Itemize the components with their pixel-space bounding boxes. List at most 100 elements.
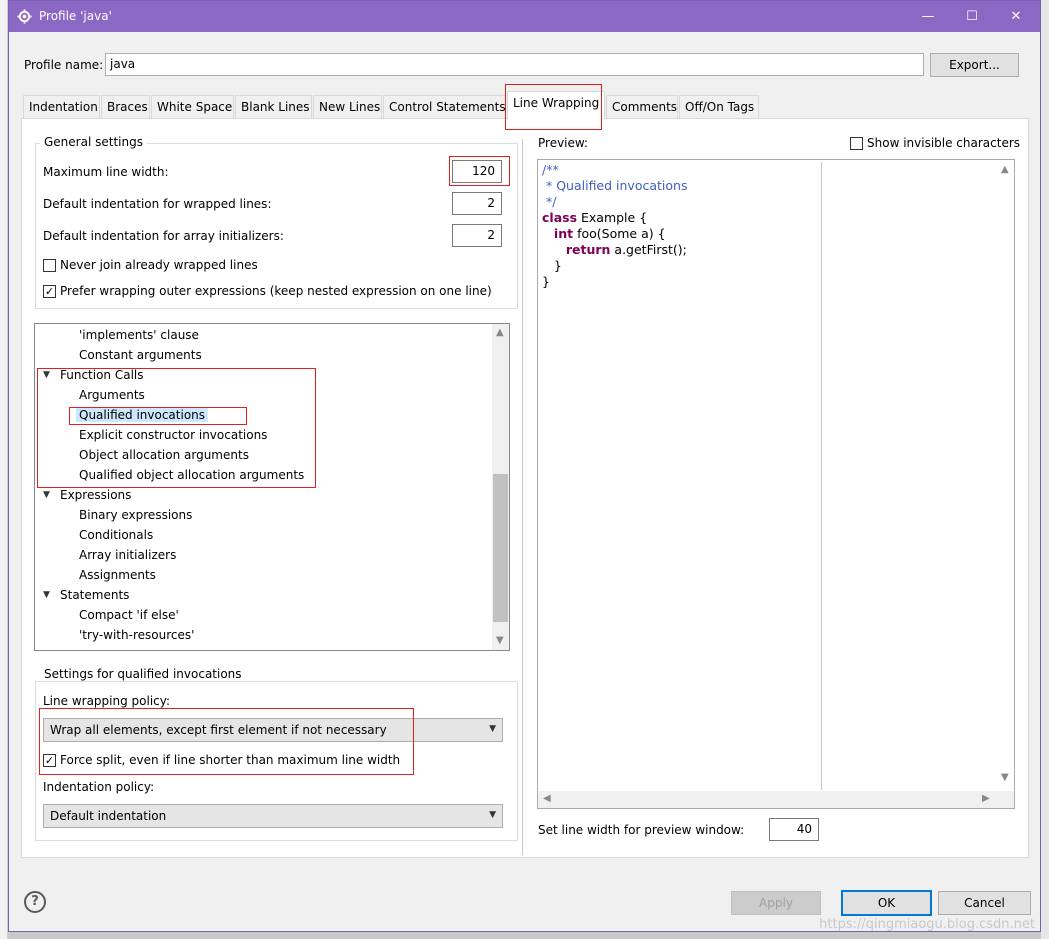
chevron-down-icon: ▼ [489, 810, 496, 820]
array-indent-label: Default indentation for array initialize… [43, 229, 284, 243]
tree-item[interactable]: Arguments [79, 385, 145, 405]
tab-braces[interactable]: Braces [101, 95, 150, 118]
tree-item[interactable]: Array initializers [79, 545, 176, 565]
maximize-button[interactable]: ☐ [950, 1, 994, 32]
wrapping-policy-dropdown[interactable]: Wrap all elements, except first element … [43, 718, 503, 742]
prefer-outer-checkbox[interactable]: ✓ [43, 285, 56, 298]
tree-item[interactable]: Qualified object allocation arguments [79, 465, 304, 485]
preview-line-width-label: Set line width for preview window: [538, 823, 745, 837]
wrapping-policy-value: Wrap all elements, except first element … [50, 723, 387, 737]
tree-item[interactable]: Assignments [79, 565, 156, 585]
background-app-left-edge [0, 0, 8, 939]
tree-item[interactable]: Explicit constructor invocations [79, 425, 267, 445]
watermark: https://qingmiaogu.blog.csdn.net [819, 917, 1035, 932]
general-settings-title: General settings [40, 135, 147, 149]
tab-white-space[interactable]: White Space [151, 95, 234, 118]
preview-editor[interactable]: /** * Qualified invocations */ class Exa… [537, 159, 1015, 809]
max-line-width-input[interactable]: 120 [452, 160, 502, 183]
tree-item[interactable]: Constant arguments [79, 345, 202, 365]
tree-item-label: Constant arguments [79, 348, 202, 362]
max-line-width-label: Maximum line width: [43, 165, 169, 179]
maximize-icon: ☐ [966, 9, 978, 24]
never-join-label: Never join already wrapped lines [60, 258, 258, 272]
export-button[interactable]: Export... [930, 53, 1019, 77]
scroll-down-icon[interactable]: ▼ [1001, 772, 1009, 783]
tree-item-label: Binary expressions [79, 508, 193, 522]
tree-item-function-calls[interactable]: Function Calls [60, 365, 144, 385]
prefer-outer-label: Prefer wrapping outer expressions (keep … [60, 284, 492, 298]
tree-item-label: Assignments [79, 568, 156, 582]
tree-item-label: Qualified object allocation arguments [79, 468, 305, 482]
scroll-right-icon[interactable]: ▶ [982, 793, 990, 804]
scroll-left-icon[interactable]: ◀ [543, 793, 551, 804]
tree-item-label: Conditionals [79, 528, 154, 542]
tab-line-wrapping[interactable]: Line Wrapping [507, 91, 605, 119]
tree-item[interactable]: Conditionals [79, 525, 153, 545]
expand-arrow-icon[interactable]: ▼ [43, 590, 55, 600]
close-button[interactable]: ✕ [994, 1, 1038, 32]
gear-icon [17, 9, 32, 24]
title-bar[interactable]: Profile 'java' — ☐ ✕ [9, 1, 1040, 32]
tree-scrollbar[interactable]: ▲ ▼ [492, 324, 509, 650]
minimize-icon: — [921, 9, 935, 24]
tab-off-on-tags[interactable]: Off/On Tags [679, 95, 759, 118]
show-invisible-label: Show invisible characters [867, 136, 1021, 150]
tree-item-label: Arguments [79, 388, 145, 402]
cancel-button[interactable]: Cancel [938, 891, 1031, 915]
tab-comments[interactable]: Comments [606, 95, 678, 118]
preview-code: /** * Qualified invocations */ class Exa… [542, 162, 688, 289]
help-icon[interactable]: ? [24, 891, 46, 913]
line-width-guide [821, 162, 822, 790]
tree-item-label: Array initializers [79, 548, 177, 562]
force-split-checkbox[interactable]: ✓ [43, 754, 56, 767]
tree-item-label: Function Calls [60, 368, 144, 382]
tree-item-label: Expressions [60, 488, 132, 502]
indentation-policy-dropdown[interactable]: Default indentation ▼ [43, 804, 503, 828]
apply-button[interactable]: Apply [731, 891, 821, 915]
minimize-button[interactable]: — [906, 1, 950, 32]
show-invisible-checkbox[interactable] [850, 137, 863, 150]
never-join-checkbox[interactable] [43, 259, 56, 272]
preview-horizontal-scrollbar[interactable]: ◀ ▶ [538, 791, 1014, 808]
wrap-indent-input[interactable]: 2 [452, 192, 502, 215]
wrap-indent-label: Default indentation for wrapped lines: [43, 197, 272, 211]
qualified-settings-title: Settings for qualified invocations [40, 667, 246, 681]
preview-vertical-scrollbar[interactable]: ▲ ▼ [997, 160, 1014, 791]
profile-name-label: Profile name: [24, 58, 104, 72]
panel-divider [522, 139, 523, 855]
tab-blank-lines[interactable]: Blank Lines [235, 95, 312, 118]
tree-item-qualified-invocations[interactable]: Qualified invocations [76, 405, 209, 425]
tab-indentation[interactable]: Indentation [23, 95, 100, 118]
tree-item-label: Statements [60, 588, 130, 602]
ok-button[interactable]: OK [841, 890, 932, 916]
indentation-policy-label: Indentation policy: [43, 780, 155, 794]
wrapping-policy-label: Line wrapping policy: [43, 694, 171, 708]
close-icon: ✕ [1010, 9, 1022, 24]
expand-arrow-icon[interactable]: ▼ [43, 370, 55, 380]
scroll-up-icon[interactable]: ▲ [496, 327, 504, 338]
tree-scroll-thumb[interactable] [493, 474, 508, 622]
tree-item[interactable]: 'try-with-resources' [79, 625, 194, 645]
profile-dialog: Profile 'java' — ☐ ✕ Profile name: java … [8, 0, 1041, 932]
window-title: Profile 'java' [39, 9, 112, 23]
tree-item[interactable]: Compact 'if else' [79, 605, 179, 625]
tree-item-statements[interactable]: Statements [60, 585, 129, 605]
tree-item-label: Qualified invocations [76, 408, 209, 422]
tree-item[interactable]: Object allocation arguments [79, 445, 249, 465]
tree-item[interactable]: Binary expressions [79, 505, 192, 525]
force-split-label: Force split, even if line shorter than m… [60, 753, 401, 767]
tree-item-label: Explicit constructor invocations [79, 428, 268, 442]
tree-item-expressions[interactable]: Expressions [60, 485, 131, 505]
expand-arrow-icon[interactable]: ▼ [43, 490, 55, 500]
tree-item-label: Compact 'if else' [79, 608, 179, 622]
scroll-down-icon[interactable]: ▼ [496, 635, 504, 646]
preview-label: Preview: [538, 136, 589, 150]
profile-name-input[interactable]: java [105, 53, 924, 76]
array-indent-input[interactable]: 2 [452, 224, 502, 247]
tab-control-statements[interactable]: Control Statements [383, 95, 506, 118]
scroll-up-icon[interactable]: ▲ [1001, 164, 1009, 175]
tree-item[interactable]: 'implements' clause [79, 325, 199, 345]
wrapping-settings-tree[interactable]: 'implements' clause Constant arguments ▼… [34, 323, 510, 651]
tab-new-lines[interactable]: New Lines [313, 95, 382, 118]
preview-line-width-input[interactable]: 40 [769, 818, 819, 841]
